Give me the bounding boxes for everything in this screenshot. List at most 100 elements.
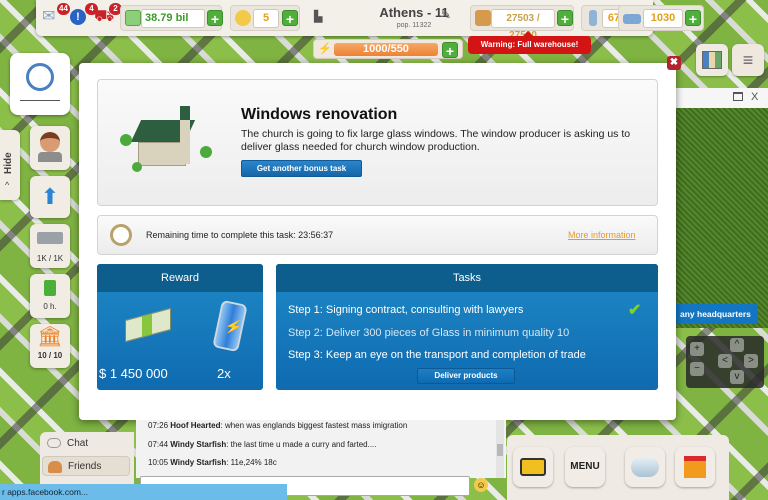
chat-text: : the last time u made a curry and farte… bbox=[226, 440, 377, 449]
company-logo[interactable] bbox=[10, 53, 70, 115]
chat-time: 10:05 bbox=[148, 458, 169, 467]
company-headquarters-button[interactable]: any headquarters bbox=[676, 304, 758, 324]
tasks-panel: Tasks Step 1: Signing contract, consulti… bbox=[276, 264, 658, 390]
cash-icon bbox=[125, 10, 141, 26]
messages-button[interactable]: ✉ 44 bbox=[42, 3, 70, 28]
coin-icon bbox=[235, 10, 251, 26]
deliveries-button[interactable]: ⛟ 2 bbox=[94, 3, 122, 28]
bonus-task-dialog: Windows renovation The church is going t… bbox=[79, 63, 676, 420]
emoji-button[interactable]: ☺ bbox=[474, 478, 488, 492]
deliver-products-button[interactable]: Deliver products bbox=[417, 368, 515, 384]
close-dialog-button[interactable]: ✖ bbox=[667, 56, 681, 70]
hide-sidebar-tab[interactable]: Hide ^ bbox=[0, 130, 20, 200]
money-stack-icon bbox=[125, 307, 171, 343]
side-panel-close[interactable]: X bbox=[751, 91, 758, 103]
fuel-label: 0 h. bbox=[43, 302, 57, 311]
reward-header: Reward bbox=[97, 264, 263, 292]
side-panel-header: X bbox=[676, 88, 768, 108]
bottom-toolbar: MENU bbox=[507, 435, 729, 500]
map-icon bbox=[702, 51, 722, 69]
city-info: Athens - 11 pop. 11322 bbox=[352, 5, 476, 29]
pan-up-button[interactable]: ^ bbox=[730, 338, 744, 352]
get-another-bonus-task-button[interactable]: Get another bonus task bbox=[241, 160, 362, 177]
add-energy-button[interactable]: + bbox=[442, 42, 458, 59]
stats-icon[interactable]: ▙ bbox=[314, 10, 322, 23]
map-button[interactable] bbox=[696, 44, 728, 76]
speech-bubble-icon bbox=[47, 438, 61, 448]
pan-down-button[interactable]: v bbox=[730, 370, 744, 384]
chat-user[interactable]: Windy Starfish bbox=[170, 458, 226, 467]
stopwatch-icon bbox=[110, 224, 132, 246]
hide-label: Hide bbox=[3, 152, 14, 174]
pan-left-button[interactable]: < bbox=[718, 354, 732, 368]
remaining-time: Remaining time to complete this task: 23… bbox=[146, 230, 334, 240]
logo-icon bbox=[26, 63, 54, 91]
task-step-2: Step 2: Deliver 300 pieces of Glass in m… bbox=[288, 327, 570, 339]
chat-tab[interactable]: Chat bbox=[42, 434, 130, 454]
map-navigation: + − ^ < > v bbox=[686, 336, 764, 388]
task-title: Windows renovation bbox=[241, 106, 398, 123]
edit-pencil-icon[interactable]: ✎ bbox=[441, 8, 451, 22]
add-gold-button[interactable]: + bbox=[282, 10, 298, 27]
friends-tab-label: Friends bbox=[68, 461, 102, 472]
warehouse-truck-icon bbox=[475, 10, 491, 26]
bank-label: 10 / 10 bbox=[37, 351, 63, 360]
task-description: The church is going to fix large glass w… bbox=[241, 128, 631, 153]
chat-scrollbar[interactable] bbox=[496, 420, 504, 478]
add-money-button[interactable]: + bbox=[207, 10, 223, 27]
chat-message: 07:26 Hoof Hearted: when was englands bi… bbox=[148, 421, 407, 430]
gift-icon bbox=[684, 455, 706, 478]
hamburger-icon: ≡ bbox=[742, 50, 754, 70]
upgrade-button[interactable]: ⬆ bbox=[30, 176, 70, 218]
checkmark-icon: ✔ bbox=[628, 302, 642, 319]
chat-user[interactable]: Windy Starfish bbox=[170, 440, 226, 449]
task-step-1: Step 1: Signing contract, consulting wit… bbox=[288, 304, 524, 316]
bus-icon bbox=[623, 14, 641, 24]
arrow-up-icon: ⬆ bbox=[40, 184, 60, 209]
messages-bubble-button[interactable] bbox=[625, 447, 665, 487]
money-group: 38.79 bil + bbox=[120, 5, 223, 31]
chat-time: 07:26 bbox=[148, 421, 169, 430]
chat-time: 07:44 bbox=[148, 440, 169, 449]
building-icon bbox=[589, 10, 597, 26]
money-value: 38.79 bil bbox=[141, 9, 205, 28]
chat-text: : when was englands biggest fastest mass… bbox=[220, 421, 408, 430]
maximize-icon[interactable] bbox=[733, 92, 743, 101]
city-population: pop. 11322 bbox=[396, 22, 432, 29]
energy-value: 1000/550 bbox=[334, 43, 438, 56]
bank-button[interactable]: 🏛 10 / 10 bbox=[30, 324, 70, 368]
trucks-button[interactable]: 1K / 1K bbox=[30, 224, 70, 268]
add-warehouse-button[interactable]: + bbox=[557, 10, 573, 27]
zoom-in-button[interactable]: + bbox=[690, 342, 704, 356]
exclamation-icon: ! bbox=[70, 9, 86, 25]
transport-value: 1030 bbox=[643, 9, 683, 28]
bulldozer-icon bbox=[520, 457, 546, 476]
build-button[interactable] bbox=[513, 447, 553, 487]
more-information-link[interactable]: More information bbox=[568, 230, 636, 240]
main-menu-button[interactable]: ≡ bbox=[732, 44, 764, 76]
friends-tab[interactable]: Friends bbox=[42, 456, 130, 476]
reward-panel: Reward ⚡ $ 1 450 000 2x bbox=[97, 264, 263, 390]
pan-right-button[interactable]: > bbox=[744, 354, 758, 368]
truck-icon bbox=[37, 232, 63, 244]
logo-script bbox=[20, 95, 60, 101]
task-timer: Remaining time to complete this task: 23… bbox=[97, 215, 658, 255]
envelope-icon: ✉ bbox=[42, 8, 56, 25]
advisor-button[interactable] bbox=[30, 126, 70, 170]
gift-button[interactable] bbox=[675, 447, 715, 487]
add-transport-button[interactable]: + bbox=[685, 10, 701, 27]
fuel-button[interactable]: 0 h. bbox=[30, 274, 70, 318]
lightning-icon: ⚡ bbox=[318, 43, 332, 55]
messages-badge: 44 bbox=[57, 3, 70, 15]
zoom-out-button[interactable]: − bbox=[690, 362, 704, 376]
task-step-3: Step 3: Keep an eye on the transport and… bbox=[288, 349, 586, 361]
alerts-button[interactable]: ! 4 bbox=[70, 3, 98, 28]
task-intro: Windows renovation The church is going t… bbox=[97, 79, 658, 206]
chevron-up-icon: ^ bbox=[5, 180, 10, 190]
chat-log: 07:26 Hoof Hearted: when was englands bi… bbox=[136, 420, 506, 478]
chat-message: 07:44 Windy Starfish: the last time u ma… bbox=[148, 440, 377, 449]
chat-user[interactable]: Hoof Hearted bbox=[170, 421, 220, 430]
menu-button[interactable]: MENU bbox=[565, 447, 605, 487]
advisor-body bbox=[38, 152, 62, 162]
top-resource-bar: ✉ 44 ! 4 ⛟ 2 38.79 bil + 5 + ▙ Athens - … bbox=[36, 0, 653, 41]
